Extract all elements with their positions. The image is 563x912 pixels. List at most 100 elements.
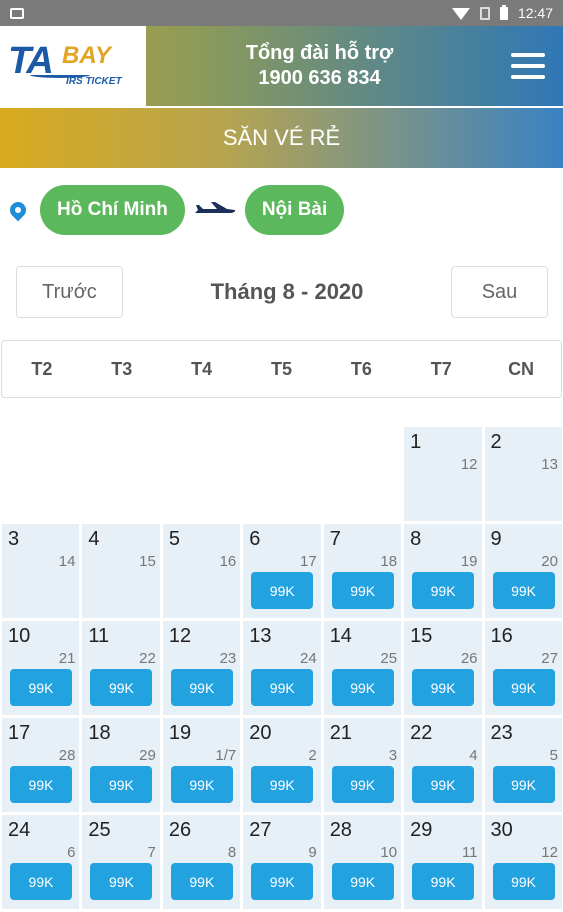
price-button[interactable]: 99K [331, 863, 394, 900]
price-button[interactable]: 99K [10, 669, 72, 706]
next-month-button[interactable]: Sau [451, 266, 548, 318]
calendar-day-cell[interactable]: 1 12 [404, 427, 482, 521]
weekday-label: T3 [111, 358, 133, 379]
price-button[interactable]: 99K [251, 766, 314, 803]
day-number: 10 [8, 625, 31, 647]
price-button[interactable]: 99K [492, 572, 555, 609]
calendar-day-cell[interactable]: 12 23 99K [162, 621, 241, 715]
price-button[interactable]: 99K [10, 863, 72, 900]
price-button[interactable]: 99K [170, 863, 233, 900]
day-number: 29 [410, 819, 433, 841]
day-number: 28 [329, 819, 352, 841]
price-button[interactable]: 99K [412, 669, 475, 706]
hotline-number[interactable]: 1900 636 834 [258, 66, 380, 91]
calendar-day-cell[interactable]: 9 20 99K [484, 524, 562, 618]
price-button[interactable]: 99K [492, 766, 555, 803]
price-button[interactable]: 99K [251, 572, 314, 609]
calendar-day-cell[interactable]: 13 24 99K [243, 621, 321, 715]
day-number: 17 [8, 722, 31, 744]
lunar-date: 25 [380, 650, 398, 667]
price-button[interactable]: 99K [90, 669, 153, 706]
price-button[interactable]: 99K [412, 863, 475, 900]
calendar-day-cell[interactable]: 19 1/7 99K [162, 718, 241, 812]
calendar-day-cell[interactable]: 2 13 [484, 427, 562, 521]
lunar-date: 21 [58, 650, 76, 667]
calendar-day-cell[interactable]: 6 17 99K [243, 524, 321, 618]
calendar-empty-cell [243, 427, 320, 521]
calendar-day-cell[interactable]: 24 6 99K [2, 815, 80, 909]
weekday-label: CN [508, 358, 535, 379]
price-button[interactable]: 99K [90, 766, 153, 803]
page-title: SĂN VÉ RẺ [0, 106, 563, 168]
price-button[interactable]: 99K [412, 572, 475, 609]
calendar-day-cell[interactable]: 27 9 99K [243, 815, 321, 909]
price-button[interactable]: 99K [331, 572, 394, 609]
calendar-day-cell[interactable]: 8 19 99K [404, 524, 482, 618]
calendar-day-cell[interactable]: 23 5 99K [484, 718, 562, 812]
calendar-day-cell[interactable]: 21 3 99K [323, 718, 402, 812]
calendar-day-cell[interactable]: 25 7 99K [82, 815, 160, 909]
price-button[interactable]: 99K [492, 863, 555, 900]
price-button[interactable]: 99K [331, 669, 394, 706]
day-number: 3 [8, 528, 20, 550]
hotline: Tổng đài hỗ trợ 1900 636 834 [146, 26, 493, 106]
calendar-day-cell[interactable]: 5 16 [162, 524, 241, 618]
lunar-date: 14 [58, 553, 76, 570]
calendar-day-cell[interactable]: 18 29 99K [82, 718, 160, 812]
destination-pill[interactable]: Nội Bài [244, 185, 345, 235]
calendar-day-cell[interactable]: 11 22 99K [82, 621, 160, 715]
calendar-day-cell[interactable]: 7 18 99K [323, 524, 402, 618]
price-button[interactable]: 99K [170, 669, 233, 706]
lunar-date: 23 [219, 650, 237, 667]
origin-pill[interactable]: Hồ Chí Minh [40, 185, 185, 235]
calendar-empty-cell [324, 427, 401, 521]
price-button[interactable]: 99K [331, 766, 394, 803]
prev-month-button[interactable]: Trước [16, 266, 123, 318]
logo-subtitle: IRS TICKET [66, 76, 122, 87]
lunar-date: 1/7 [215, 747, 237, 764]
tabay-logo[interactable]: TA BAY IRS TICKET [0, 26, 146, 106]
weekday-label: T2 [31, 358, 53, 379]
calendar-day-cell[interactable]: 20 2 99K [243, 718, 321, 812]
hotline-label: Tổng đài hỗ trợ [245, 42, 394, 64]
calendar-day-cell[interactable]: 16 27 99K [484, 621, 562, 715]
day-number: 14 [329, 625, 352, 647]
wifi-icon [451, 8, 470, 20]
lunar-date: 4 [469, 747, 478, 764]
weekday-label: T7 [430, 358, 452, 379]
day-number: 23 [490, 722, 513, 744]
calendar-day-cell[interactable]: 22 4 99K [404, 718, 482, 812]
logo-bay: BAY [62, 42, 111, 69]
no-sim-icon [479, 6, 490, 20]
day-number: 25 [88, 819, 111, 841]
calendar-day-cell[interactable]: 4 15 [82, 524, 160, 618]
calendar-day-cell[interactable]: 10 21 99K [2, 621, 80, 715]
calendar-day-cell[interactable]: 30 12 99K [484, 815, 562, 909]
calendar-day-cell[interactable]: 26 8 99K [162, 815, 241, 909]
price-button[interactable]: 99K [10, 766, 72, 803]
day-number: 21 [329, 722, 352, 744]
day-number: 11 [88, 625, 110, 647]
price-button[interactable]: 99K [90, 863, 153, 900]
calendar-day-cell[interactable]: 3 14 [2, 524, 80, 618]
price-button[interactable]: 99K [492, 669, 555, 706]
status-time: 12:47 [517, 5, 553, 21]
lunar-date: 28 [58, 747, 76, 764]
menu-icon[interactable] [493, 26, 563, 106]
day-number: 20 [249, 722, 272, 744]
price-button[interactable]: 99K [170, 766, 233, 803]
day-number: 9 [490, 528, 502, 550]
calendar-day-cell[interactable]: 29 11 99K [404, 815, 482, 909]
calendar-day-cell[interactable]: 15 26 99K [404, 621, 482, 715]
lunar-date: 13 [541, 456, 558, 473]
calendar-day-cell[interactable]: 17 28 99K [2, 718, 80, 812]
calendar-day-cell[interactable]: 14 25 99K [323, 621, 402, 715]
route-bar: Hồ Chí Minh Nội Bài [0, 168, 563, 252]
price-button[interactable]: 99K [412, 766, 475, 803]
price-button[interactable]: 99K [251, 669, 314, 706]
price-button[interactable]: 99K [251, 863, 314, 900]
calendar-day-cell[interactable]: 28 10 99K [323, 815, 402, 909]
lunar-date: 3 [388, 747, 398, 764]
lunar-date: 12 [541, 844, 558, 861]
status-icons: 12:47 [451, 4, 553, 21]
